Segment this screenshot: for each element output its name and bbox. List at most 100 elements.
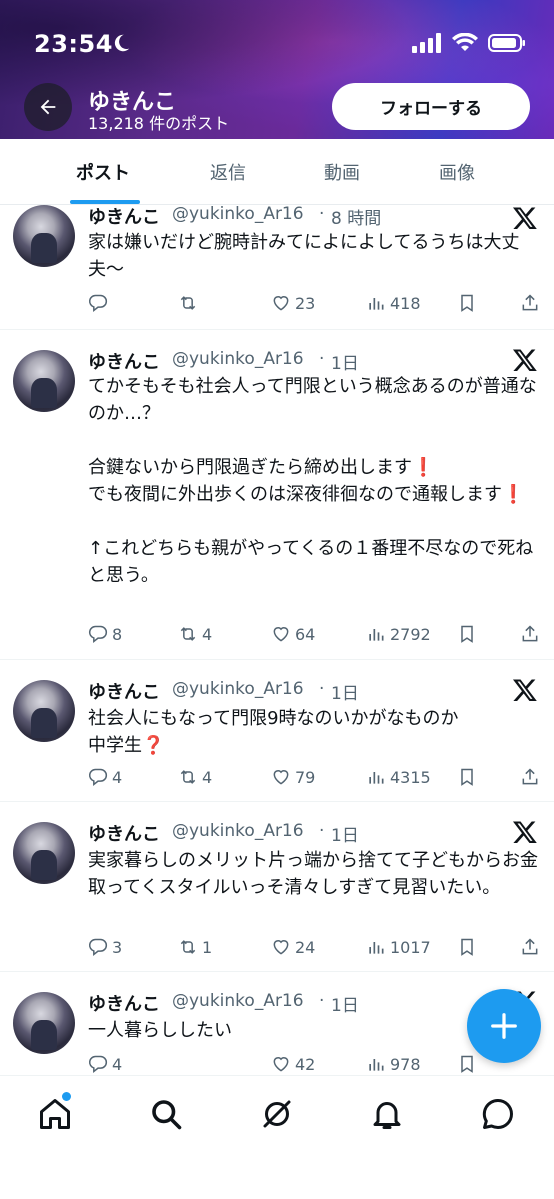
separator-dot: · [319,205,325,224]
post-author-name[interactable]: ゆきんこ [88,990,160,1016]
views-button[interactable]: 4315 [366,767,431,787]
views-button[interactable]: 2792 [366,624,431,644]
back-button[interactable] [24,83,72,131]
bookmark-icon [461,768,473,786]
post-item[interactable]: ゆきんこ @yukinko_Ar16 · 1日 社会人にもなって門限9時なのいか… [0,660,554,802]
bell-icon[interactable] [369,1096,405,1132]
search-icon[interactable] [148,1096,184,1132]
post-text: てかそもそも社会人って門限という概念あるのが普通なのか…？ 合鍵ないから門限過ぎ… [88,376,537,586]
views-button[interactable]: 1017 [366,937,431,957]
share-button[interactable] [520,293,540,313]
post-author-handle[interactable]: @yukinko_Ar16 [172,679,304,699]
repost-button[interactable]: 4 [178,624,212,644]
view-count: 4315 [390,767,431,787]
post-author-name[interactable]: ゆきんこ [88,348,160,374]
x-logo-icon [512,349,537,372]
views-icon [369,772,384,784]
like-count: 42 [295,1054,316,1074]
avatar[interactable] [13,822,75,884]
reply-icon [88,1055,108,1074]
home-icon[interactable] [37,1096,73,1132]
bookmark-button[interactable] [457,624,477,644]
like-button[interactable]: 24 [271,937,315,957]
post-author-handle[interactable]: @yukinko_Ar16 [172,205,304,224]
follow-button[interactable]: フォローする [332,83,530,130]
reply-button[interactable]: 8 [88,624,122,644]
repost-button[interactable]: 1 [178,937,212,957]
avatar[interactable] [13,350,75,412]
separator-dot: · [319,679,325,699]
post-author-handle[interactable]: @yukinko_Ar16 [172,349,304,369]
share-button[interactable] [520,937,540,957]
tab-posts[interactable]: ポスト [76,159,130,185]
view-count: 418 [390,293,421,313]
bookmark-button[interactable] [457,293,477,313]
avatar[interactable] [13,680,75,742]
notification-dot [62,1092,71,1101]
avatar[interactable] [13,205,75,267]
reply-button[interactable]: 4 [88,767,122,787]
post-time: 8 時間 [331,209,382,229]
like-button[interactable]: 64 [271,624,315,644]
reply-button[interactable]: 3 [88,937,122,957]
bookmark-icon [461,625,473,643]
reply-button[interactable]: 4 [88,1054,122,1074]
views-button[interactable]: 978 [366,1054,421,1074]
post-item[interactable]: ゆきんこ @yukinko_Ar16 · 1日 てかそもそも社会人って門限という… [0,330,554,660]
post-feed[interactable]: ゆきんこ @yukinko_Ar16 · 8 時間 家は嫌いだけど腕時計みてによ… [0,205,554,1075]
post-count: 13,218 件のポスト [88,114,230,133]
bookmark-button[interactable] [457,767,477,787]
view-count: 1017 [390,937,431,957]
tab-replies[interactable]: 返信 [210,159,246,185]
heart-icon [273,770,289,785]
post-author-name[interactable]: ゆきんこ [88,820,160,846]
like-button[interactable]: 42 [271,1054,315,1074]
bookmark-button[interactable] [457,1054,477,1074]
like-count: 23 [295,293,316,313]
reply-count: 8 [112,624,123,644]
avatar[interactable] [13,992,75,1054]
tab-videos[interactable]: 動画 [324,159,360,185]
post-actions: 8 4 64 2792 [88,624,543,650]
share-icon [522,625,538,642]
message-icon[interactable] [480,1096,516,1132]
profile-header: 23:54 ゆきんこ 13,218 件のポスト フォローする [0,0,554,139]
repost-button[interactable]: 4 [178,767,212,787]
bookmark-icon [461,938,473,956]
post-item[interactable]: ゆきんこ @yukinko_Ar16 · 1日 実家暮らしのメリット片っ端から捨… [0,802,554,972]
reply-count: 4 [112,1054,123,1074]
post-time: 1日 [331,826,359,846]
post-actions: 4 4 79 4315 [88,767,543,793]
repost-button[interactable] [178,293,202,313]
grok-icon[interactable] [259,1096,295,1132]
views-icon [369,629,384,641]
reply-icon [88,625,108,644]
view-count: 2792 [390,624,431,644]
post-author-name[interactable]: ゆきんこ [88,205,160,229]
battery-icon [488,34,525,52]
repost-count: 4 [202,624,213,644]
bookmark-button[interactable] [457,937,477,957]
heart-icon [273,1057,289,1072]
post-item[interactable]: ゆきんこ @yukinko_Ar16 · 8 時間 家は嫌いだけど腕時計みてによ… [0,205,554,330]
tab-images[interactable]: 画像 [439,159,475,185]
like-button[interactable]: 23 [271,293,315,313]
compose-button[interactable] [467,989,541,1063]
post-author-handle[interactable]: @yukinko_Ar16 [172,821,304,841]
x-logo-icon [512,207,537,230]
separator-dot: · [319,991,325,1011]
views-button[interactable]: 418 [366,293,421,313]
share-button[interactable] [520,767,540,787]
post-author-handle[interactable]: @yukinko_Ar16 [172,991,304,1011]
post-actions: 23 418 [88,293,543,319]
share-button[interactable] [520,624,540,644]
post-actions: 4 42 978 [88,1054,543,1075]
like-button[interactable]: 79 [271,767,315,787]
post-author-name[interactable]: ゆきんこ [88,678,160,704]
like-count: 64 [295,624,316,644]
share-icon [522,294,538,311]
reply-button[interactable] [88,293,112,313]
reply-icon [88,938,108,957]
bookmark-icon [461,1055,473,1073]
like-count: 24 [295,937,316,957]
